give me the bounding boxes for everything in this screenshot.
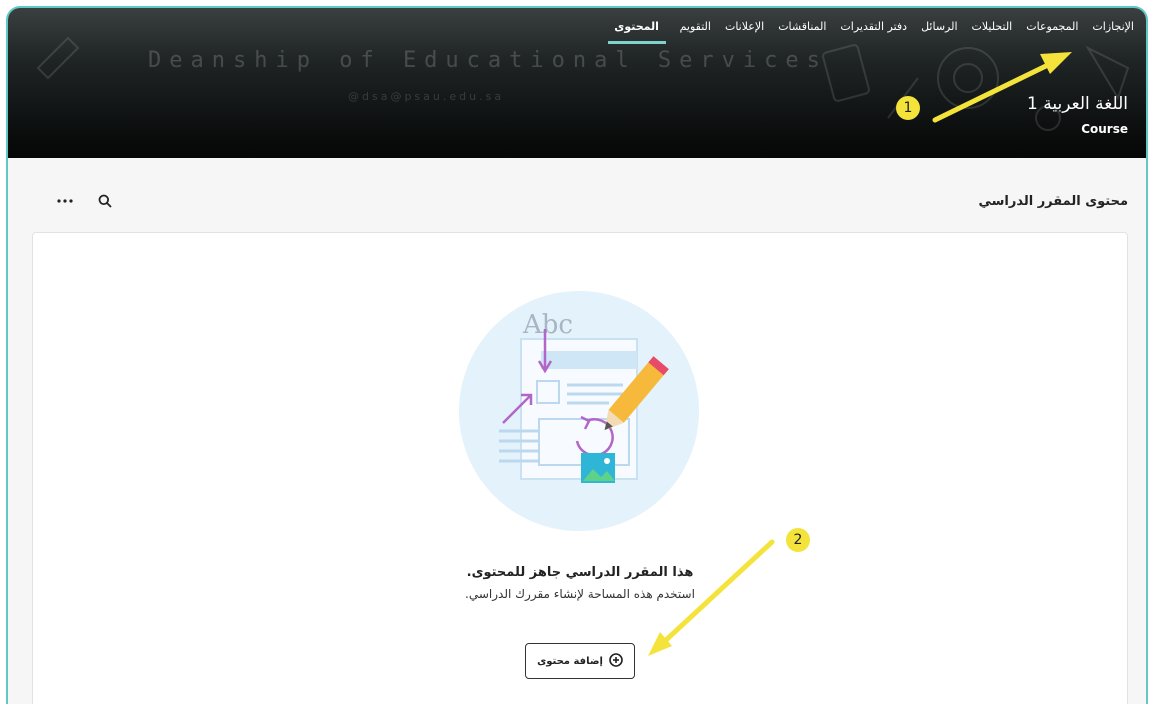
tab-messages[interactable]: الرسائل	[921, 20, 957, 44]
banner-email: @dsa@psau.edu.sa	[348, 90, 505, 103]
tab-calendar[interactable]: التقويم	[680, 20, 711, 44]
empty-content-panel: Abc هذا المقرر الدراسي جاهز للمحتوى. است…	[32, 232, 1128, 704]
annotation-badge-1: 1	[896, 96, 920, 120]
add-content-button[interactable]: إضافة محتوى	[525, 643, 635, 679]
tab-achievements[interactable]: الإنجازات	[1092, 20, 1134, 44]
illustration-text: Abc	[522, 310, 573, 340]
plus-circle-icon	[609, 652, 623, 671]
tab-gradebook[interactable]: دفتر التقديرات	[840, 20, 907, 44]
content-tools	[54, 190, 116, 212]
tab-analytics[interactable]: التحليلات	[972, 20, 1013, 44]
course-type: Course	[1081, 122, 1128, 136]
annotation-badge-2: 2	[786, 528, 810, 552]
search-icon[interactable]	[94, 190, 116, 212]
course-illustration: Abc	[459, 291, 699, 531]
tab-announcements[interactable]: الإعلانات	[725, 20, 764, 44]
section-title: محتوى المقرر الدراسي	[978, 194, 1128, 209]
banner-title: Deanship of Educational Services	[148, 48, 828, 73]
tab-discussions[interactable]: المناقشات	[778, 20, 826, 44]
tab-content[interactable]: المحتوى	[607, 20, 666, 44]
course-name: اللغة العربية 1	[1027, 94, 1128, 114]
course-nav: المحتوى التقويم الإعلانات المناقشات دفتر…	[607, 20, 1134, 44]
empty-state-description: استخدم هذه المساحة لإنشاء مقررك الدراسي.	[465, 587, 695, 601]
tab-groups[interactable]: المجموعات	[1026, 20, 1078, 44]
add-content-label: إضافة محتوى	[537, 655, 603, 667]
more-icon[interactable]	[54, 190, 76, 212]
app-window: Deanship of Educational Services @dsa@ps…	[6, 6, 1148, 704]
course-banner: Deanship of Educational Services @dsa@ps…	[8, 8, 1146, 158]
empty-state-title: هذا المقرر الدراسي جاهز للمحتوى.	[466, 565, 694, 580]
